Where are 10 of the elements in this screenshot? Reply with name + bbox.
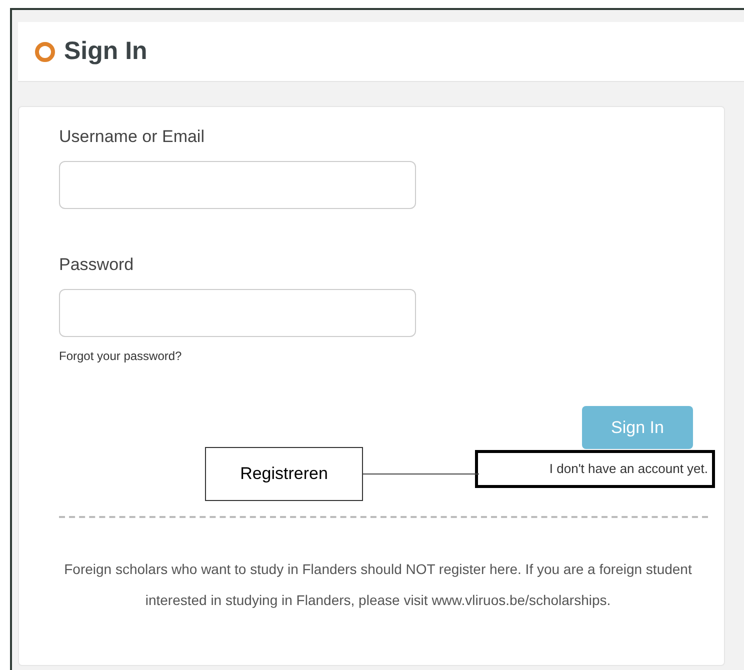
annotation-label: Registreren [205,447,363,501]
notice-text: Foreign scholars who want to study in Flanders should NOT register here. If you are a foreign student interested in studying in Flanders, please visit www.vliruos.be/scholarships. [63,560,693,610]
forgot-password-link[interactable]: Forgot your password? [59,347,182,365]
input-field[interactable] [59,161,416,209]
input-field[interactable] [59,289,416,337]
field-label: Username or Email [59,126,206,148]
page-title: Sign In [64,36,148,67]
circle-logo-icon [34,40,56,62]
field-label: Password [59,254,135,276]
no-account-link[interactable]: I don't have an account yet. [475,450,715,488]
